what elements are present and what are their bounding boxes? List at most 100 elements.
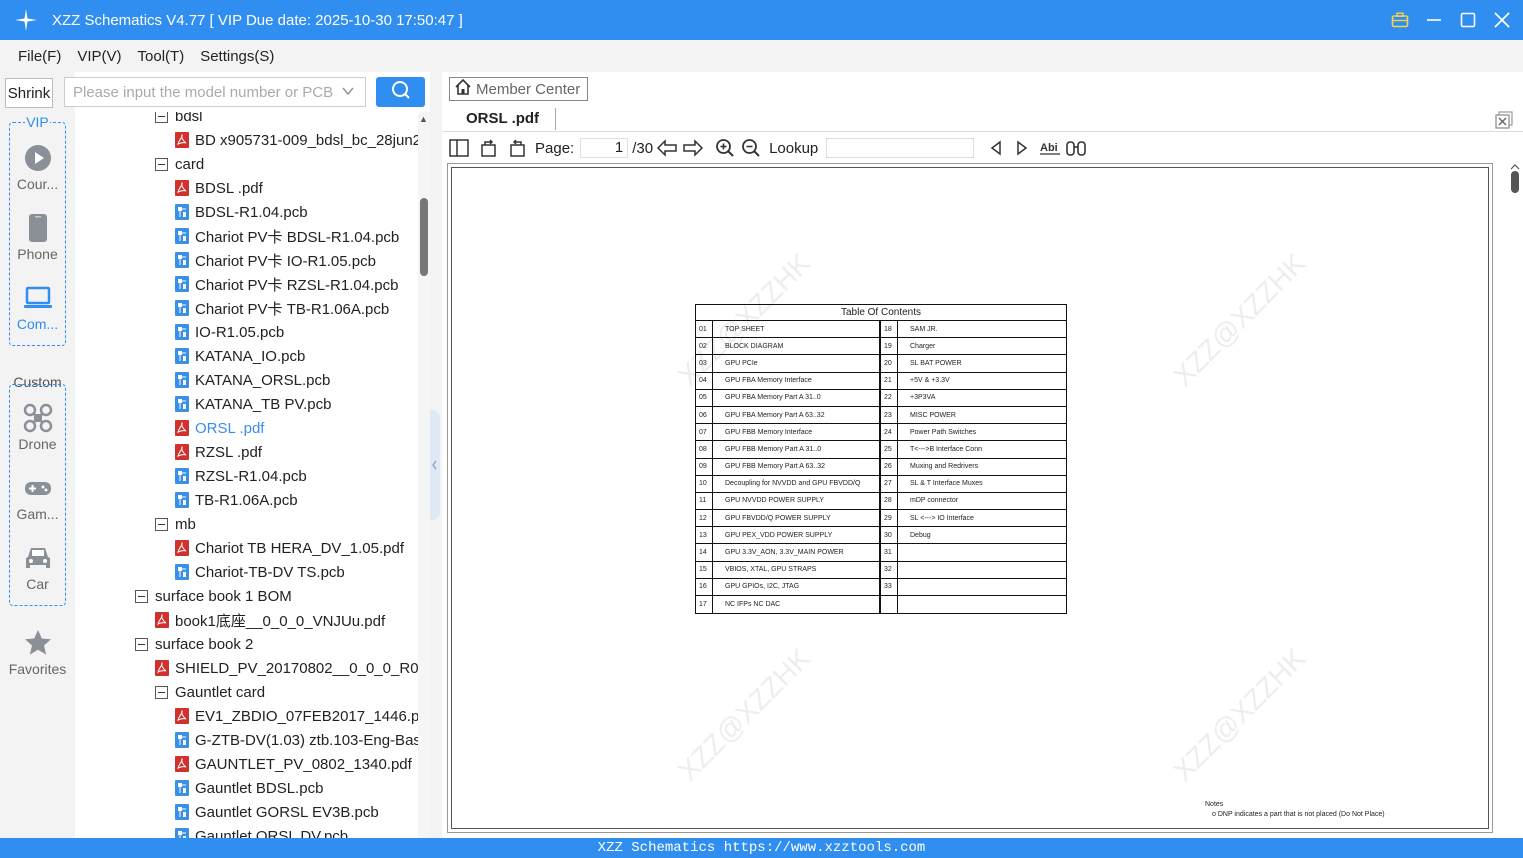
chevron-down-icon[interactable] <box>341 84 355 102</box>
zoom-in-icon[interactable] <box>713 136 737 160</box>
tree-file[interactable]: Chariot PV卡 RZSL-R1.04.pcb <box>175 272 398 296</box>
sidebar-item-phone[interactable]: Phone <box>0 212 75 262</box>
collapse-icon[interactable] <box>135 589 148 603</box>
lookup-input[interactable] <box>826 138 975 158</box>
tree-file[interactable]: Chariot TB HERA_DV_1.05.pdf <box>175 536 404 560</box>
sidebar-item-game[interactable]: Gam... <box>0 472 75 522</box>
tree-file[interactable]: Gauntlet GORSL EV3B.pcb <box>175 800 379 824</box>
scroll-up-icon[interactable]: ▲ <box>419 114 428 124</box>
tree-file[interactable]: Gauntlet BDSL.pcb <box>175 776 323 800</box>
tree-file[interactable]: G-ZTB-DV(1.03) ztb.103-Eng-Basi <box>175 728 418 752</box>
tree-file[interactable]: RZSL .pdf <box>175 440 262 464</box>
tree-item-label: RZSL-R1.04.pcb <box>195 467 307 485</box>
sidebar-toggle-icon[interactable] <box>447 136 471 160</box>
panel-splitter[interactable] <box>430 72 442 838</box>
binoculars-icon[interactable] <box>1064 136 1088 160</box>
sidebar-item-label: Drone <box>18 436 57 452</box>
close-button[interactable] <box>1491 9 1513 31</box>
pdf-viewer: Member Center ORSL .pdf Page: 1 /30 Look… <box>442 72 1523 838</box>
tree-folder[interactable]: bdsl <box>155 112 203 128</box>
collapse-icon[interactable] <box>155 685 168 699</box>
tree-folder[interactable]: surface book 2 <box>135 632 253 656</box>
tree-folder[interactable]: card <box>155 152 204 176</box>
tab-orsl[interactable]: ORSL .pdf <box>466 110 539 127</box>
page-number-input[interactable]: 1 <box>580 138 629 158</box>
close-tab-icon[interactable] <box>1495 111 1513 134</box>
tree-file[interactable]: KATANA_IO.pcb <box>175 344 305 368</box>
rotate-left-icon[interactable] <box>505 136 529 160</box>
menu-vip[interactable]: VIP(V) <box>77 48 121 65</box>
find-prev-icon[interactable] <box>984 136 1008 160</box>
toc-page-number: 14 <box>696 544 713 561</box>
rotate-right-icon[interactable] <box>477 136 501 160</box>
tree-file[interactable]: book1底座__0_0_0_VNJUu.pdf <box>155 608 385 632</box>
viewer-scrollbar[interactable] <box>1508 163 1522 833</box>
sidebar-item-course[interactable]: Cour... <box>0 142 75 192</box>
tree-file[interactable]: ORSL .pdf <box>175 416 264 440</box>
menu-tool[interactable]: Tool(T) <box>138 48 185 65</box>
briefcase-icon[interactable] <box>1389 9 1411 31</box>
toc-row: 33 <box>881 578 1066 596</box>
tree-file[interactable]: BDSL-R1.04.pcb <box>175 200 308 224</box>
pcb-icon <box>175 564 189 580</box>
tree-scrollbar[interactable]: ▲ <box>418 112 430 838</box>
member-center-button[interactable]: Member Center <box>449 77 588 101</box>
zoom-out-icon[interactable] <box>739 136 763 160</box>
tree-folder[interactable]: mb <box>155 512 196 536</box>
collapse-icon[interactable] <box>155 517 168 531</box>
tree-scroll-thumb[interactable] <box>420 198 428 276</box>
tree-file[interactable]: Gauntlet ORSL DV.pcb <box>175 824 348 838</box>
toc-title: Table Of Contents <box>696 305 1066 321</box>
menu-file[interactable]: File(F) <box>18 48 61 65</box>
toc-sheet-name: Power Path Switches <box>910 428 977 436</box>
match-case-icon[interactable]: Abi <box>1038 136 1062 160</box>
pcb-icon <box>175 468 189 484</box>
toc-page-number: 28 <box>881 492 898 510</box>
pcb-icon <box>175 780 189 796</box>
search-button[interactable] <box>376 77 425 107</box>
pdf-page[interactable]: XZZ@XZZHK XZZ@XZZHK XZZ@XZZHK XZZ@XZZHK … <box>447 163 1493 833</box>
status-bar: XZZ Schematics https://www.xzztools.com <box>0 838 1523 858</box>
next-page-arrow-icon[interactable] <box>681 136 705 160</box>
tree-file[interactable]: KATANA_ORSL.pcb <box>175 368 330 392</box>
app-logo-icon <box>0 0 52 40</box>
collapse-icon[interactable] <box>155 112 168 123</box>
tree-folder[interactable]: surface book 1 BOM <box>135 584 292 608</box>
tree-file[interactable]: BD x905731-009_bdsl_bc_28jun2 <box>175 128 418 152</box>
tree-file[interactable]: BDSL .pdf <box>175 176 263 200</box>
tree-file[interactable]: TB-R1.06A.pcb <box>175 488 298 512</box>
find-next-icon[interactable] <box>1010 136 1034 160</box>
maximize-button[interactable] <box>1457 9 1479 31</box>
menu-settings[interactable]: Settings(S) <box>200 48 274 65</box>
sidebar-item-car[interactable]: Car <box>0 542 75 592</box>
toc-row: 09 GPU FBB Memory Part A 63..32 <box>696 458 879 476</box>
shrink-button[interactable]: Shrink <box>5 78 53 108</box>
search-input[interactable]: Please input the model number or PCB <box>64 77 366 107</box>
tree-item-label: KATANA_IO.pcb <box>195 347 306 365</box>
collapse-icon[interactable] <box>155 157 168 171</box>
sidebar-item-drone[interactable]: Drone <box>0 402 75 452</box>
tree-file[interactable]: Chariot PV卡 BDSL-R1.04.pcb <box>175 224 399 248</box>
viewer-scroll-thumb[interactable] <box>1511 171 1519 193</box>
toc-sheet-name: SAM JR. <box>910 325 938 333</box>
collapse-handle[interactable] <box>430 410 440 520</box>
collapse-icon[interactable] <box>135 637 148 651</box>
sidebar-item-favorites[interactable]: Favorites <box>0 627 75 677</box>
tree-folder[interactable]: Gauntlet card <box>155 680 265 704</box>
tree-item-label: Chariot PV卡 TB-R1.06A.pcb <box>195 300 390 318</box>
tree-file[interactable]: Chariot PV卡 IO-R1.05.pcb <box>175 248 376 272</box>
toc-page-number: 15 <box>696 561 713 578</box>
tree-file[interactable]: IO-R1.05.pcb <box>175 320 284 344</box>
prev-page-arrow-icon[interactable] <box>655 136 679 160</box>
tree-file[interactable]: SHIELD_PV_20170802__0_0_0_R0Up5 <box>155 656 418 680</box>
toc-sheet-name: GPU 3.3V_AON, 3.3V_MAIN POWER <box>725 549 844 557</box>
tree-file[interactable]: KATANA_TB PV.pcb <box>175 392 331 416</box>
toc-sheet-name: Debug <box>910 531 931 539</box>
tree-file[interactable]: EV1_ZBDIO_07FEB2017_1446.pdf <box>175 704 418 728</box>
tree-file[interactable]: Chariot-TB-DV TS.pcb <box>175 560 345 584</box>
sidebar-item-computer[interactable]: Com... <box>0 282 75 332</box>
tree-file[interactable]: Chariot PV卡 TB-R1.06A.pcb <box>175 296 389 320</box>
minimize-button[interactable] <box>1423 9 1445 31</box>
tree-file[interactable]: RZSL-R1.04.pcb <box>175 464 307 488</box>
tree-file[interactable]: GAUNTLET_PV_0802_1340.pdf <box>175 752 412 776</box>
